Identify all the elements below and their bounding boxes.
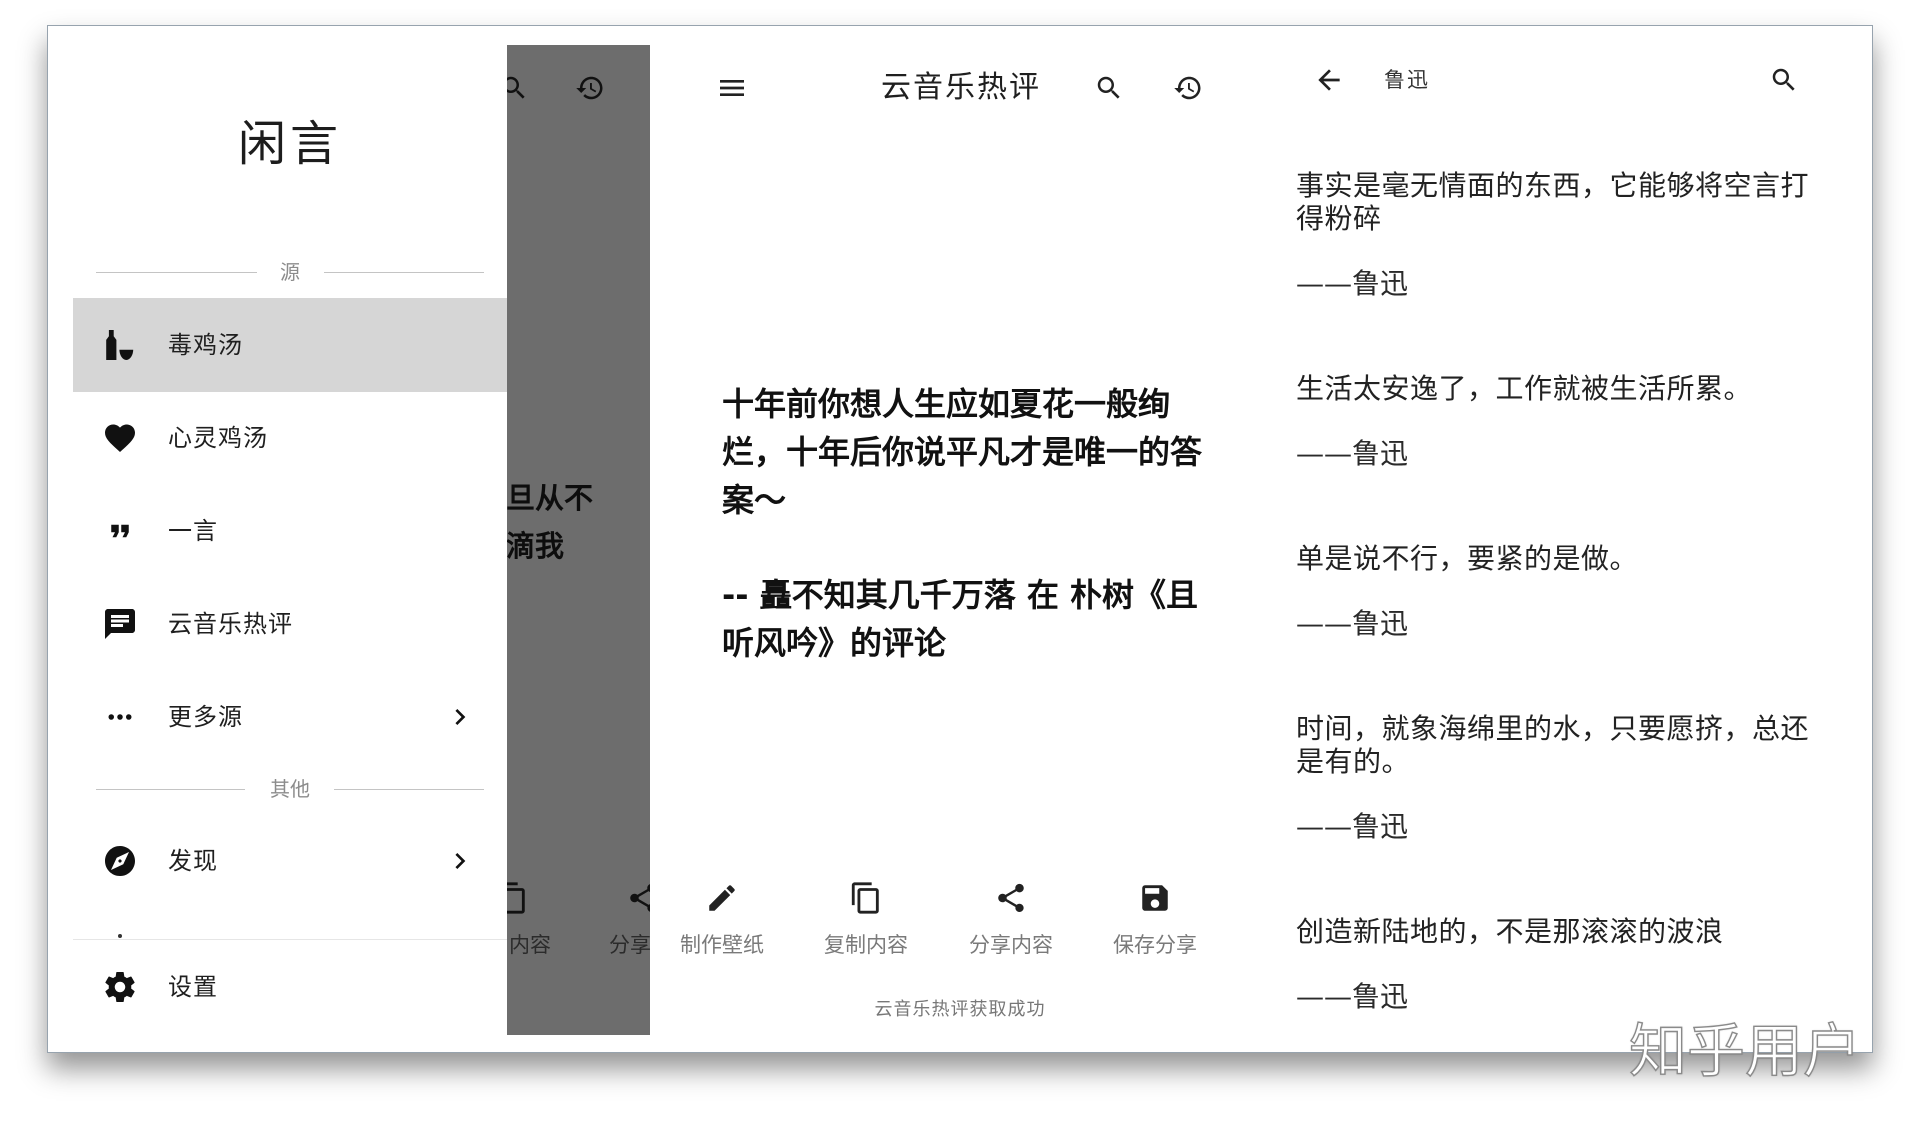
author-title: 鲁迅 (1384, 68, 1430, 92)
action-label: 制作壁纸 (680, 933, 764, 957)
more-dots-icon (105, 702, 135, 732)
chevron-right-icon (444, 845, 476, 877)
toast-message: 云音乐热评获取成功 (874, 999, 1046, 1020)
quote-author: ——鲁迅 (1296, 437, 1409, 470)
underlying-content-text: 滴我 (507, 529, 565, 563)
quote-author: ——鲁迅 (1296, 267, 1409, 300)
underlying-content-text: 旦从不 (507, 481, 594, 515)
action-label: 分享内容 (969, 933, 1053, 957)
compass-icon (102, 843, 138, 879)
action-label: 复制内容 (824, 933, 908, 957)
section-divider-line (96, 272, 257, 273)
drawer-item-more-sources[interactable]: 更多源 (73, 670, 507, 764)
bottle-glass-icon (102, 327, 138, 363)
section-label-other: 其他 (270, 777, 310, 801)
gear-icon (102, 969, 138, 1005)
drawer-item-label: 设置 (168, 973, 218, 1001)
drawer-item-music-comments[interactable]: 云音乐热评 (73, 577, 507, 671)
section-label-source: 源 (280, 260, 300, 284)
drawer-item-settings[interactable]: 设置 (73, 940, 507, 1034)
search-icon[interactable] (1769, 65, 1799, 95)
drawer-item-du-ji-tang[interactable]: 毒鸡汤 (73, 298, 507, 392)
section-divider-line (96, 789, 245, 790)
search-icon[interactable] (1094, 73, 1124, 103)
page-title: 云音乐热评 (881, 70, 1041, 105)
chevron-right-icon (444, 701, 476, 733)
quote-text: 创造新陆地的，不是那滚滚的波浪 (1296, 915, 1724, 948)
list-item[interactable]: 时间，就象海绵里的水，只要愿挤，总还是有的。 ——鲁迅 (1296, 712, 1816, 843)
underlying-action-label: 分享 (609, 933, 650, 957)
search-icon (507, 73, 529, 103)
partial-icon-fragment (118, 934, 122, 938)
quote-author: ——鲁迅 (1296, 810, 1409, 843)
drawer-item-yi-yan[interactable]: 一言 (73, 484, 507, 578)
copy-icon (507, 881, 529, 915)
quote-text: 单是说不行，要紧的是做。 (1296, 542, 1639, 575)
action-label: 保存分享 (1113, 933, 1197, 957)
comment-icon (102, 606, 138, 642)
quote-icon (105, 516, 135, 546)
drawer-item-label: 更多源 (168, 703, 243, 731)
drawer-scrim[interactable]: 旦从不 滴我 内容 分享 (507, 45, 650, 1035)
quote-author: ——鲁迅 (1296, 607, 1409, 640)
drawer-item-xin-ling-ji-tang[interactable]: 心灵鸡汤 (73, 391, 507, 485)
drawer-item-label: 毒鸡汤 (168, 331, 243, 359)
save-icon (1138, 881, 1172, 915)
list-item[interactable]: 创造新陆地的，不是那滚滚的波浪 ——鲁迅 (1296, 915, 1816, 1013)
edit-pencil-icon (705, 881, 739, 915)
history-icon (575, 73, 605, 103)
drawer-item-label: 云音乐热评 (168, 610, 293, 638)
drawer-item-label: 发现 (168, 847, 218, 875)
underlying-action-label: 内容 (509, 933, 551, 957)
make-wallpaper-button[interactable]: 制作壁纸 (662, 881, 782, 960)
menu-icon[interactable] (716, 72, 748, 104)
save-share-button[interactable]: 保存分享 (1095, 881, 1215, 960)
history-icon[interactable] (1173, 73, 1203, 103)
section-divider-line (324, 272, 484, 273)
share-icon (994, 881, 1028, 915)
watermark: 知乎用户 (1628, 1017, 1862, 1085)
list-item[interactable]: 生活太安逸了，工作就被生活所累。 ——鲁迅 (1296, 372, 1816, 470)
share-content-button[interactable]: 分享内容 (951, 881, 1071, 960)
drawer-item-label: 心灵鸡汤 (168, 424, 268, 452)
quote-text: 时间，就象海绵里的水，只要愿挤，总还是有的。 (1296, 712, 1810, 778)
quote-text: 生活太安逸了，工作就被生活所累。 (1296, 372, 1753, 405)
quote-author: ——鲁迅 (1296, 980, 1409, 1013)
drawer-item-discover[interactable]: 发现 (73, 814, 507, 908)
copy-content-button[interactable]: 复制内容 (806, 881, 926, 960)
drawer-item-label: 一言 (168, 517, 218, 545)
comment-body: 十年前你想人生应如夏花一般绚烂，十年后你说平凡才是唯一的答案～ (722, 385, 1203, 519)
back-arrow-icon[interactable] (1313, 64, 1345, 96)
list-item[interactable]: 单是说不行，要紧的是做。 ——鲁迅 (1296, 542, 1816, 640)
section-divider-line (334, 789, 484, 790)
quote-text: 事实是毫无情面的东西，它能够将空言打得粉碎 (1296, 169, 1810, 235)
list-item[interactable]: 事实是毫无情面的东西，它能够将空言打得粉碎 ——鲁迅 (1296, 169, 1816, 300)
share-icon (626, 881, 650, 915)
drawer-app-title: 闲言 (237, 116, 342, 172)
quote-list: 事实是毫无情面的东西，它能够将空言打得粉碎 ——鲁迅 生活太安逸了，工作就被生活… (1296, 169, 1816, 1085)
heart-icon (102, 420, 138, 456)
comment-source: -- 矗不知其几千万落 在 朴树《且听风吟》的评论 (722, 576, 1198, 662)
copy-icon (849, 881, 883, 915)
